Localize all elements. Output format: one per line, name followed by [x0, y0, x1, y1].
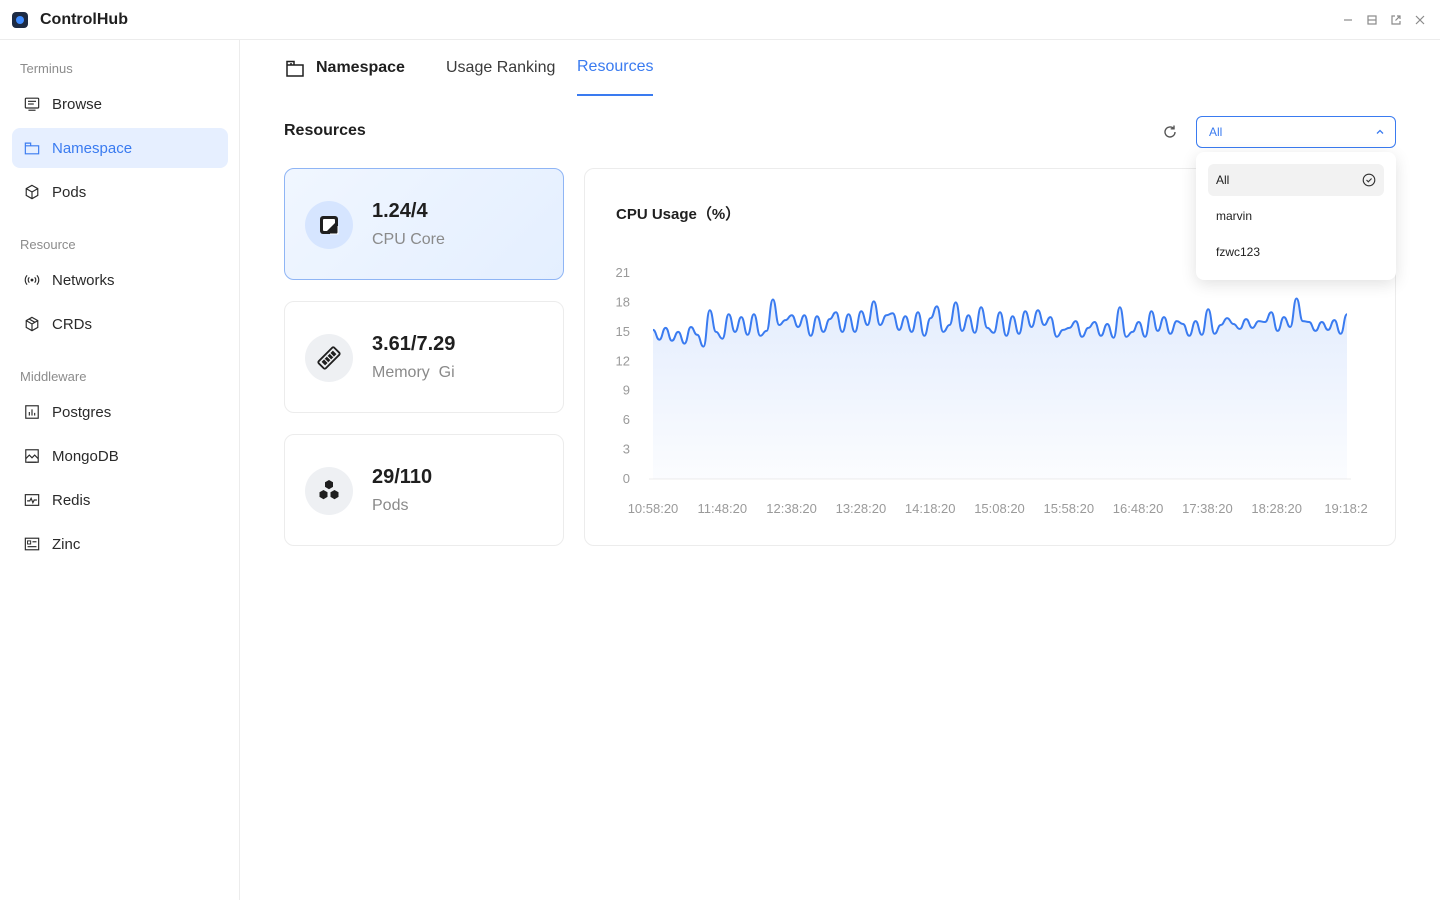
- sidebar-item-label: MongoDB: [52, 447, 119, 465]
- title-bar: ControlHub: [0, 0, 1440, 40]
- x-tick-label: 13:28:20: [836, 501, 887, 516]
- x-tick-label: 12:38:20: [766, 501, 817, 516]
- dropdown-option-marvin[interactable]: marvin: [1208, 200, 1384, 232]
- tab-usage-ranking[interactable]: Usage Ranking: [446, 40, 555, 96]
- sidebar-item-mongodb[interactable]: MongoDB: [12, 436, 228, 476]
- y-tick-label: 12: [616, 353, 630, 368]
- dropdown-option-fzwc123[interactable]: fzwc123: [1208, 236, 1384, 268]
- browse-icon: [24, 96, 40, 112]
- y-tick-label: 3: [623, 442, 630, 457]
- pulse-icon: [24, 492, 40, 508]
- sidebar-item-label: Zinc: [52, 535, 81, 553]
- y-tick-label: 9: [623, 383, 630, 398]
- option-label: All: [1216, 173, 1230, 187]
- pods-icon: [305, 467, 353, 515]
- memory-icon: [305, 334, 353, 382]
- section-title-middleware: Middleware: [20, 369, 87, 384]
- section-title: Resources: [284, 122, 366, 139]
- x-tick-label: 19:18:2: [1324, 501, 1367, 516]
- page-title-label: Namespace: [316, 59, 405, 76]
- cpu-label: CPU Core: [372, 231, 445, 248]
- pods-value: 29/110: [372, 466, 433, 488]
- cpu-value: 1.24/4: [372, 200, 428, 222]
- y-tick-label: 21: [616, 265, 630, 280]
- x-tick-label: 16:48:20: [1113, 501, 1164, 516]
- sidebar-item-pods[interactable]: Pods: [12, 172, 228, 212]
- y-tick-label: 6: [623, 412, 630, 427]
- sidebar-item-label: CRDs: [52, 315, 92, 333]
- sidebar-item-zinc[interactable]: Zinc: [12, 524, 228, 564]
- section-title-resource: Resource: [20, 237, 76, 252]
- namespace-dropdown: All marvin fzwc123: [1196, 152, 1396, 280]
- app-title: ControlHub: [40, 11, 128, 28]
- sidebar-item-label: Networks: [52, 271, 115, 289]
- sidebar-item-namespace[interactable]: Namespace: [12, 128, 228, 168]
- maximize-icon[interactable]: [1364, 12, 1380, 28]
- minimize-icon[interactable]: [1340, 12, 1356, 28]
- sidebar-item-crds[interactable]: CRDs: [12, 304, 228, 344]
- image-icon: [24, 448, 40, 464]
- list-icon: [24, 536, 40, 552]
- x-tick-label: 11:48:20: [697, 501, 747, 516]
- y-tick-label: 15: [616, 324, 630, 339]
- sidebar-item-label: Redis: [52, 491, 91, 509]
- memory-label: Memory Gi: [372, 364, 455, 381]
- cube-icon: [24, 184, 40, 200]
- y-tick-label: 0: [623, 471, 630, 486]
- pop-out-icon[interactable]: [1388, 12, 1404, 28]
- tab-resources[interactable]: Resources: [577, 40, 654, 96]
- sidebar-item-label: Postgres: [52, 403, 112, 421]
- namespace-icon: [24, 140, 40, 156]
- page-title: Namespace: [284, 40, 405, 96]
- pods-card[interactable]: 29/110 Pods: [284, 434, 564, 546]
- cpu-card[interactable]: 1.24/4 CPU Core: [284, 168, 564, 280]
- select-value: All: [1209, 125, 1223, 139]
- cpu-icon: [305, 201, 353, 249]
- close-icon[interactable]: [1412, 12, 1428, 28]
- pods-label: Pods: [372, 497, 409, 514]
- sidebar-item-redis[interactable]: Redis: [12, 480, 228, 520]
- x-tick-label: 15:58:20: [1043, 501, 1094, 516]
- refresh-icon[interactable]: [1160, 122, 1180, 142]
- y-tick-label: 18: [616, 294, 630, 309]
- x-tick-label: 17:38:20: [1182, 501, 1233, 516]
- memory-value: 3.61/7.29: [372, 333, 456, 355]
- app-logo-icon: [12, 12, 28, 28]
- sidebar-item-label: Pods: [52, 183, 87, 201]
- dropdown-option-all[interactable]: All: [1208, 164, 1384, 196]
- sidebar-item-networks[interactable]: Networks: [12, 260, 228, 300]
- namespace-icon: [286, 60, 304, 77]
- broadcast-icon: [24, 272, 40, 288]
- sidebar-item-browse[interactable]: Browse: [12, 84, 228, 124]
- sidebar: Terminus Browse Namespace Pods Resource …: [0, 40, 240, 900]
- memory-card[interactable]: 3.61/7.29 Memory Gi: [284, 301, 564, 413]
- section-title-terminus: Terminus: [20, 61, 73, 76]
- sidebar-item-label: Browse: [52, 95, 103, 113]
- sidebar-item-label: Namespace: [52, 139, 133, 157]
- x-tick-label: 14:18:20: [905, 501, 956, 516]
- chart-icon: [24, 404, 40, 420]
- box-icon: [24, 316, 40, 332]
- sidebar-item-postgres[interactable]: Postgres: [12, 392, 228, 432]
- chevron-up-icon: [1376, 129, 1384, 134]
- x-tick-label: 15:08:20: [974, 501, 1025, 516]
- namespace-filter-select[interactable]: All: [1196, 116, 1396, 148]
- check-circle-icon: [1362, 173, 1376, 187]
- x-tick-label: 18:28:20: [1251, 501, 1302, 516]
- x-tick-label: 10:58:20: [628, 501, 679, 516]
